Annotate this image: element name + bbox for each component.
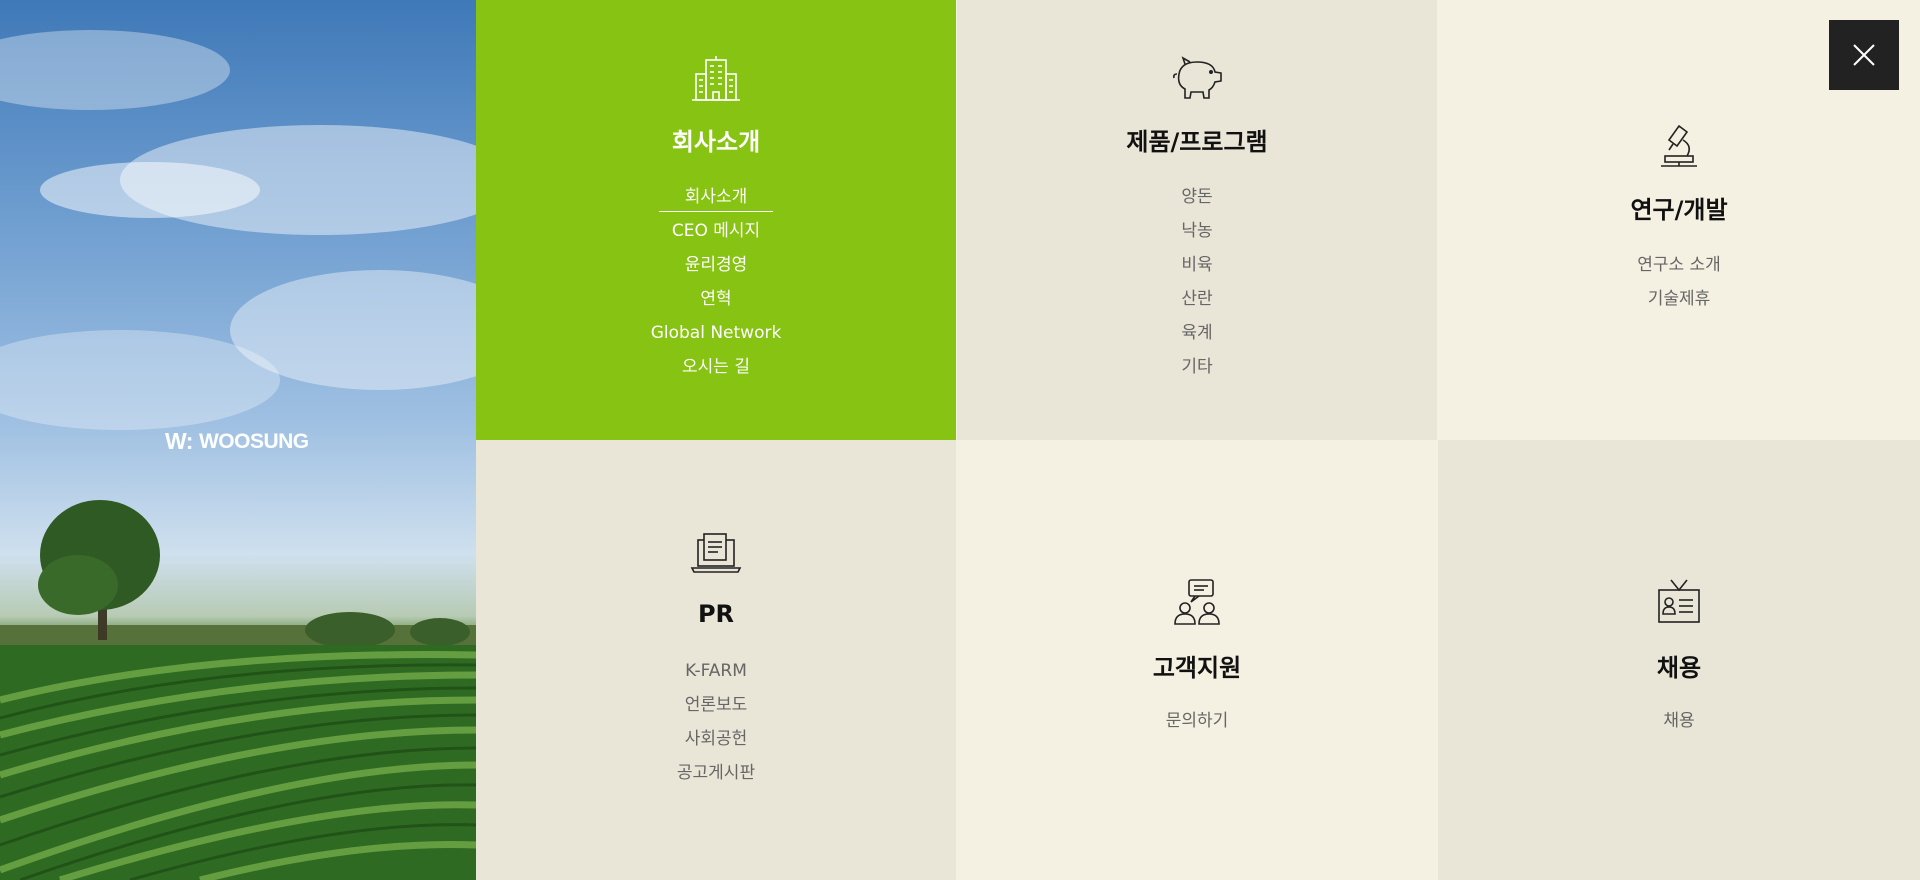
tile-title[interactable]: 연구/개발 — [1438, 190, 1920, 225]
submenu-item-label[interactable]: 오시는 길 — [682, 357, 750, 377]
submenu-item[interactable]: 문의하기 — [957, 704, 1437, 738]
submenu-item-label[interactable]: CEO 메시지 — [672, 221, 760, 241]
submenu-list: 회사소개 CEO 메시지 윤리경영 연혁 Global Network 오시는 … — [476, 180, 956, 384]
pig-icon — [1173, 56, 1222, 99]
logo-mark: W: — [165, 428, 193, 454]
id-card-icon — [1658, 579, 1700, 623]
submenu-item[interactable]: 연혁 — [476, 282, 956, 316]
submenu-item-label[interactable]: Global Network — [651, 323, 782, 343]
submenu-list: 문의하기 — [957, 704, 1437, 738]
submenu-item-label[interactable]: 윤리경영 — [685, 255, 748, 275]
submenu-item-label[interactable]: 연혁 — [700, 289, 731, 309]
submenu-item-label[interactable]: 문의하기 — [1166, 711, 1229, 731]
logo-text: WOOSUNG — [198, 429, 309, 453]
submenu-item[interactable]: 공고게시판 — [476, 756, 956, 790]
submenu-list: 양돈 낙농 비육 산란 육계 기타 — [957, 180, 1437, 384]
submenu-item-label[interactable]: 낙농 — [1181, 221, 1212, 241]
submenu-item[interactable]: 양돈 — [957, 180, 1437, 214]
submenu-item-label[interactable]: 회사소개 — [658, 183, 774, 212]
tile-title[interactable]: 채용 — [1438, 648, 1920, 683]
brand-logo[interactable]: W: WOOSUNG — [165, 428, 309, 455]
submenu-item[interactable]: 낙농 — [957, 214, 1437, 248]
submenu-item[interactable]: K-FARM — [476, 654, 956, 688]
tile-title[interactable]: 제품/프로그램 — [957, 122, 1437, 157]
submenu-item-label[interactable]: 비육 — [1181, 255, 1212, 275]
submenu-item[interactable]: 비육 — [957, 248, 1437, 282]
submenu-item[interactable]: 기술제휴 — [1438, 282, 1920, 316]
laptop-document-icon — [690, 533, 742, 573]
submenu-item[interactable]: 회사소개 — [476, 180, 956, 214]
tile-title[interactable]: 고객지원 — [957, 648, 1437, 683]
close-icon[interactable] — [1829, 20, 1899, 90]
submenu-item-label[interactable]: 육계 — [1181, 323, 1212, 343]
submenu-item-label[interactable]: 양돈 — [1181, 187, 1212, 207]
menu-tile-company: 회사소개 회사소개 CEO 메시지 윤리경영 연혁 Global Network… — [476, 0, 956, 440]
submenu-item-label[interactable]: 연구소 소개 — [1637, 255, 1721, 275]
submenu-item[interactable]: 언론보도 — [476, 688, 956, 722]
submenu-item[interactable]: Global Network — [476, 316, 956, 350]
menu-tile-products: 제품/프로그램 양돈 낙농 비육 산란 육계 기타 — [957, 0, 1437, 440]
submenu-item-label[interactable]: 언론보도 — [685, 695, 748, 715]
submenu-item[interactable]: 채용 — [1438, 704, 1920, 738]
submenu-list: K-FARM 언론보도 사회공헌 공고게시판 — [476, 654, 956, 790]
menu-tile-recruit: 채용 채용 — [1438, 440, 1920, 880]
submenu-item[interactable]: 육계 — [957, 316, 1437, 350]
submenu-item[interactable]: 기타 — [957, 350, 1437, 384]
submenu-item[interactable]: 윤리경영 — [476, 248, 956, 282]
submenu-item-label[interactable]: 공고게시판 — [677, 763, 755, 783]
submenu-item[interactable]: 연구소 소개 — [1438, 248, 1920, 282]
submenu-item[interactable]: CEO 메시지 — [476, 214, 956, 248]
consultation-icon — [1174, 579, 1220, 625]
menu-tile-pr: PR K-FARM 언론보도 사회공헌 공고게시판 — [476, 440, 956, 880]
building-icon — [692, 56, 740, 101]
submenu-item[interactable]: 산란 — [957, 282, 1437, 316]
submenu-list: 연구소 소개 기술제휴 — [1438, 248, 1920, 316]
tile-title[interactable]: PR — [476, 600, 956, 628]
submenu-item-label[interactable]: 사회공헌 — [685, 729, 748, 749]
submenu-item-label[interactable]: 기술제휴 — [1648, 289, 1711, 309]
submenu-list: 채용 — [1438, 704, 1920, 738]
close-button[interactable] — [1829, 20, 1899, 90]
submenu-item-label[interactable]: 기타 — [1181, 357, 1212, 377]
submenu-item-label[interactable]: 산란 — [1181, 289, 1212, 309]
menu-tile-support: 고객지원 문의하기 — [957, 440, 1437, 880]
microscope-icon — [1661, 124, 1697, 167]
submenu-item-label[interactable]: K-FARM — [685, 661, 747, 681]
submenu-item-label[interactable]: 채용 — [1663, 711, 1694, 731]
tile-title[interactable]: 회사소개 — [476, 122, 956, 157]
hero-photo: W: WOOSUNG — [0, 0, 476, 880]
submenu-item[interactable]: 사회공헌 — [476, 722, 956, 756]
submenu-item[interactable]: 오시는 길 — [476, 350, 956, 384]
